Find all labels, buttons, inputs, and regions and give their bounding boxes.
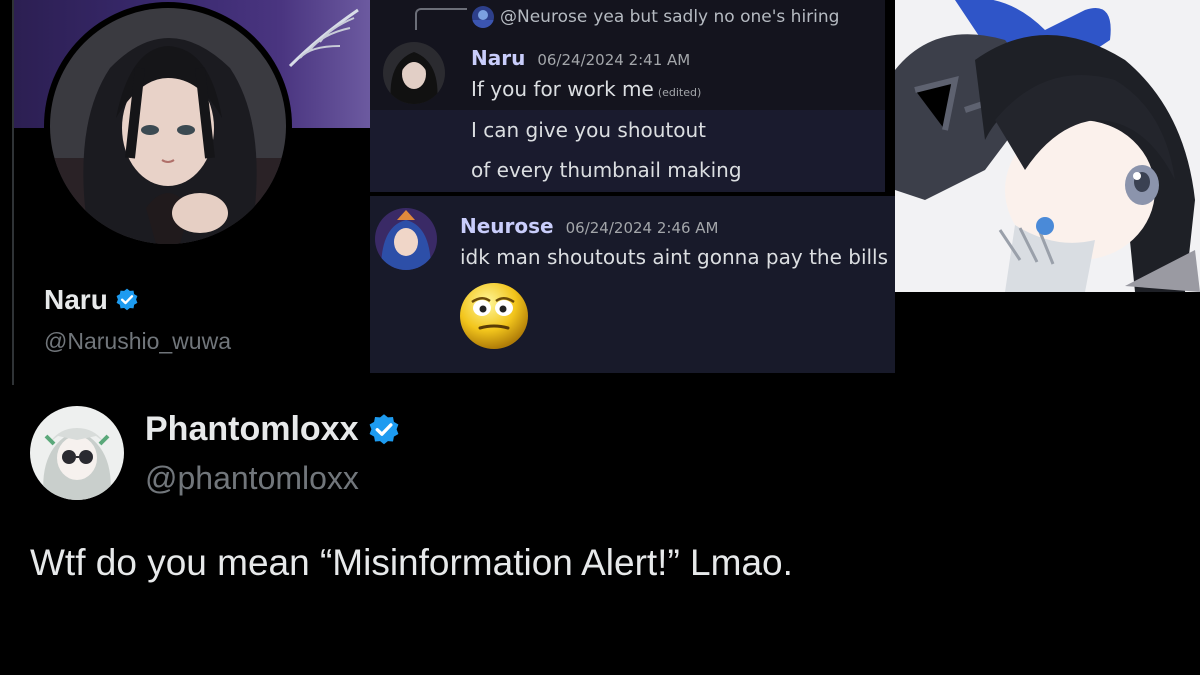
- profile-panel: Naru @Narushio_wuwa: [0, 0, 370, 385]
- message1-timestamp: 06/24/2024 2:41 AM: [537, 51, 691, 69]
- message2-timestamp: 06/24/2024 2:46 AM: [565, 219, 719, 237]
- message1-line-3: of every thumbnail making: [471, 158, 742, 182]
- chibi-artwork: [895, 0, 1200, 292]
- profile-handle[interactable]: @Narushio_wuwa: [44, 328, 231, 355]
- reply-author[interactable]: @Neurose: [500, 7, 587, 27]
- tweet-name-row: Phantomloxx: [145, 410, 402, 449]
- naru-chat-avatar[interactable]: [383, 42, 445, 104]
- profile-name-row: Naru: [44, 284, 140, 316]
- message2-text: idk man shoutouts aint gonna pay the bil…: [460, 245, 889, 269]
- feather-decoration-icon: [288, 8, 359, 68]
- flushed-face-emoji-icon: [460, 283, 528, 349]
- tweet-author-handle[interactable]: @phantomloxx: [145, 460, 359, 497]
- reply-reference[interactable]: @Neurose yea but sadly no one's hiring: [472, 6, 839, 28]
- message1-text-1: If you for work me: [471, 77, 654, 101]
- message1-line-2: I can give you shoutout: [471, 118, 706, 142]
- chibi-character-illustration-icon: [895, 0, 1200, 292]
- reply-text: yea but sadly no one's hiring: [593, 7, 840, 27]
- verified-badge-icon: [370, 413, 399, 444]
- reply-avatar: [472, 6, 494, 28]
- avatar-illustration-icon: [50, 8, 286, 244]
- tweet-author-avatar[interactable]: [30, 406, 124, 500]
- verified-badge-icon: [116, 288, 138, 311]
- tweet-author-name[interactable]: Phantomloxx: [145, 410, 358, 449]
- message1-author[interactable]: Naru: [471, 46, 525, 70]
- reply-connector: [415, 8, 467, 30]
- edited-label: (edited): [657, 86, 702, 99]
- profile-avatar[interactable]: [44, 2, 292, 250]
- message1-header: Naru 06/24/2024 2:41 AM: [471, 46, 690, 70]
- phantomloxx-avatar-icon: [30, 406, 124, 500]
- neurose-chat-avatar[interactable]: [375, 208, 437, 270]
- tweet-text: Wtf do you mean “Misinformation Alert!” …: [30, 542, 793, 583]
- message1-line-1: If you for work me (edited): [471, 77, 701, 101]
- profile-name[interactable]: Naru: [44, 284, 108, 316]
- message2-author[interactable]: Neurose: [460, 214, 554, 238]
- message2-header: Neurose 06/24/2024 2:46 AM: [460, 214, 719, 238]
